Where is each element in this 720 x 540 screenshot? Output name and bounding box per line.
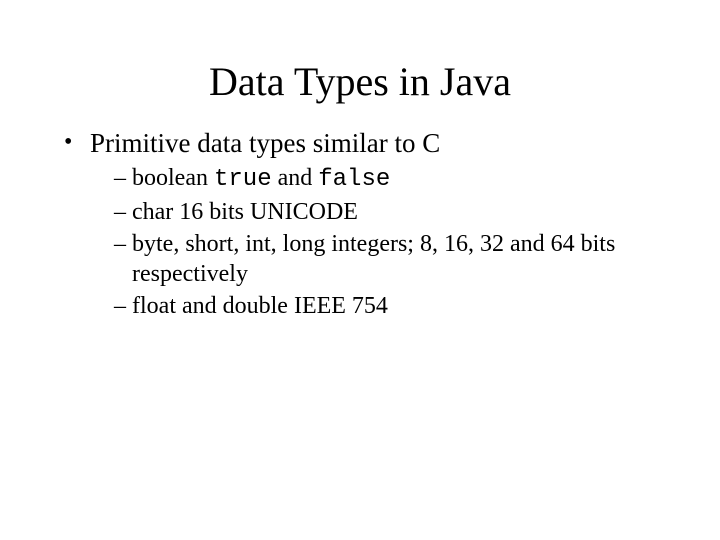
- slide-body: Primitive data types similar to C boolea…: [0, 127, 720, 321]
- sub-bullet-item: boolean true and false: [114, 163, 672, 195]
- bullet-text: Primitive data types similar to C: [90, 128, 440, 158]
- sub-bullet-item: byte, short, int, long integers; 8, 16, …: [114, 229, 672, 289]
- bullet-item: Primitive data types similar to C boolea…: [64, 127, 672, 321]
- bullet-list-level1: Primitive data types similar to C boolea…: [64, 127, 672, 321]
- sub-bullet-item: float and double IEEE 754: [114, 291, 672, 321]
- sub-bullet-text: byte, short, int, long integers; 8, 16, …: [132, 231, 615, 287]
- slide-title: Data Types in Java: [0, 0, 720, 127]
- bullet-list-level2: boolean true and false char 16 bits UNIC…: [90, 163, 672, 321]
- sub-bullet-text-mid: and: [272, 165, 319, 191]
- sub-bullet-text: float and double IEEE 754: [132, 293, 388, 319]
- sub-bullet-text: char 16 bits UNICODE: [132, 199, 358, 225]
- code-literal-false: false: [318, 166, 390, 193]
- sub-bullet-item: char 16 bits UNICODE: [114, 197, 672, 227]
- sub-bullet-text-pre: boolean: [132, 165, 214, 191]
- slide: Data Types in Java Primitive data types …: [0, 0, 720, 540]
- code-literal-true: true: [214, 166, 272, 193]
